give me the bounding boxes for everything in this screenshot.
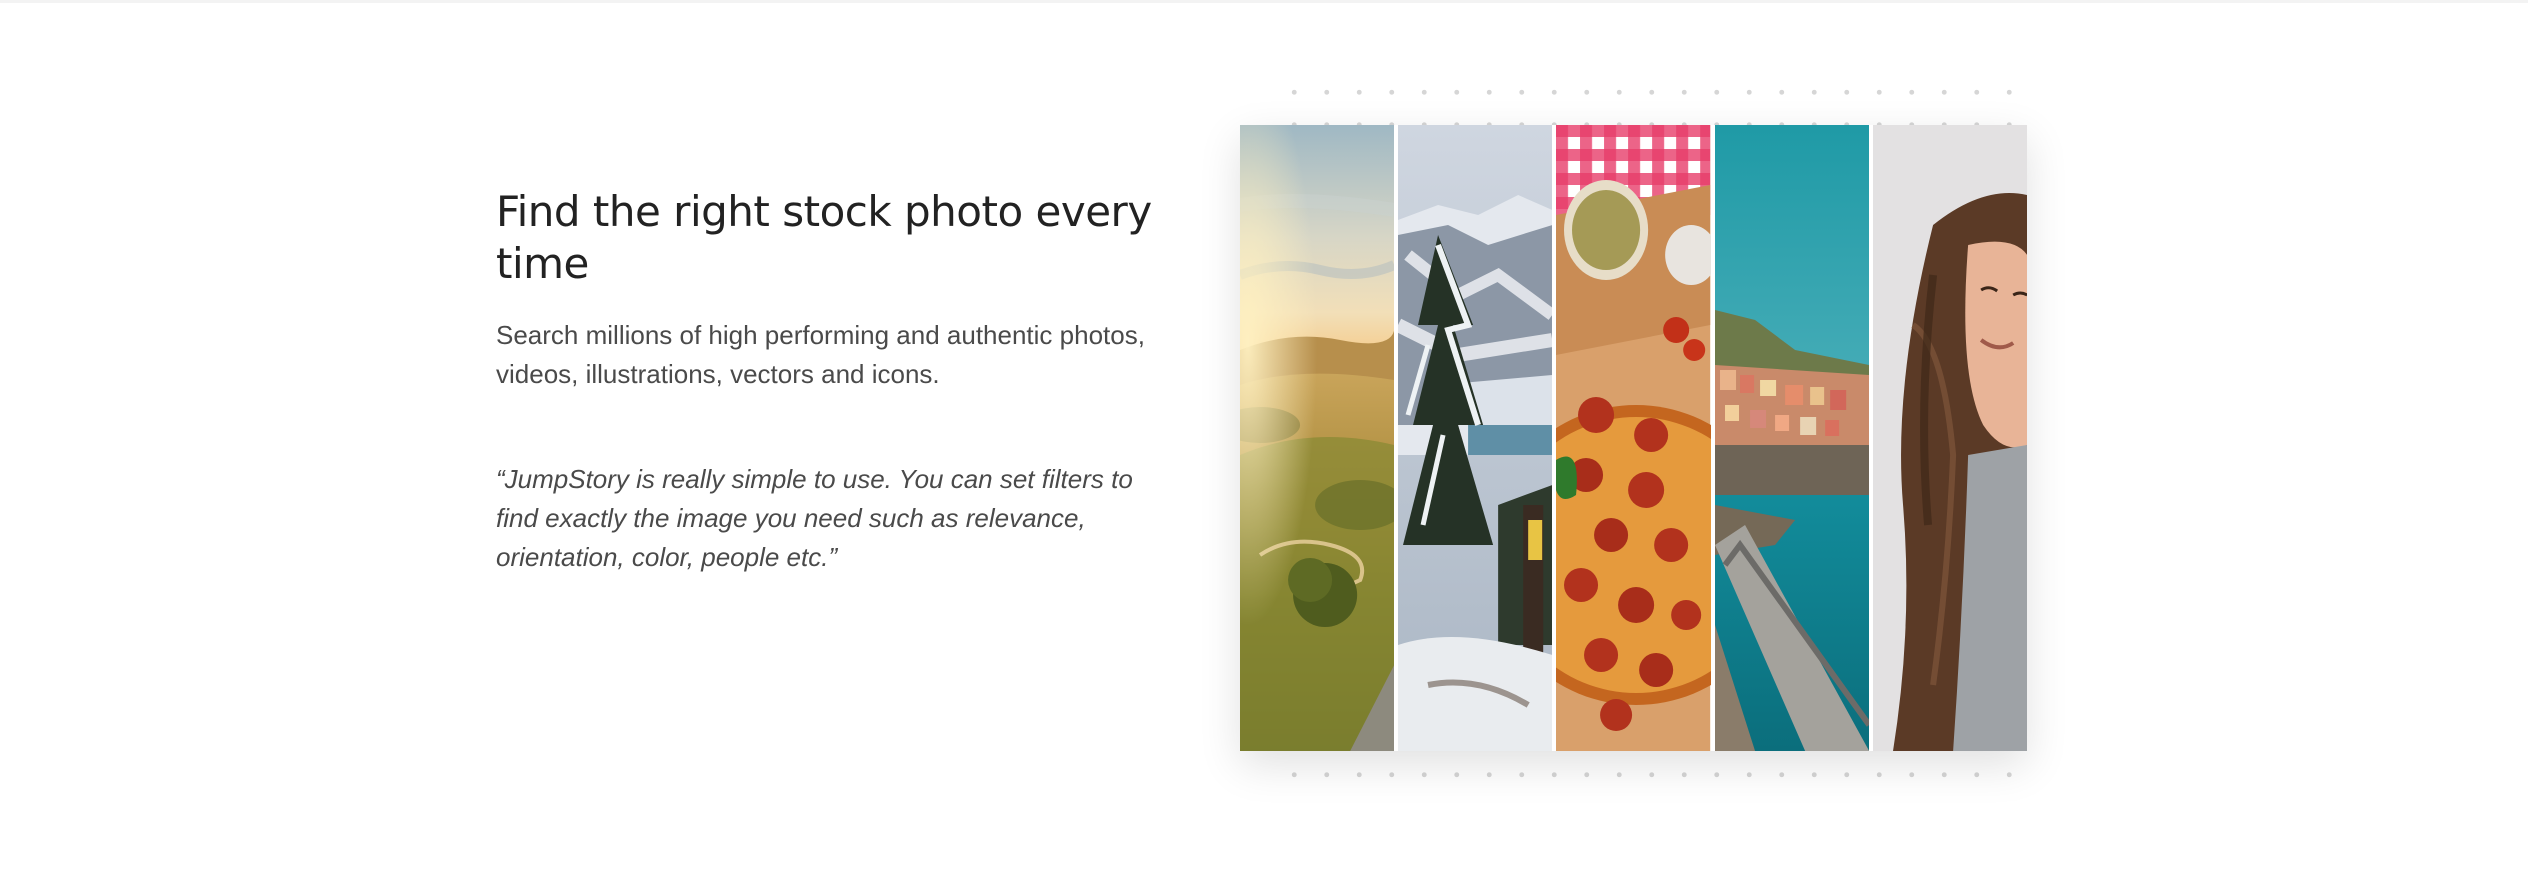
smiling-woman-photo (1872, 125, 2028, 751)
snowy-mountain-photo (1398, 125, 1553, 751)
landscape-sunset-photo (1240, 125, 1395, 751)
top-divider (0, 0, 2528, 3)
feature-description: Search millions of high performing and a… (496, 320, 1145, 389)
photo-collage (1240, 125, 2028, 751)
feature-section: Find the right stock photo every time Se… (0, 0, 2528, 893)
feature-headline: Find the right stock photo every time (496, 187, 1152, 288)
testimonial-quote: “JumpStory is really simple to use. You … (496, 464, 1133, 572)
feature-text-block: Find the right stock photo every time Se… (496, 186, 1176, 577)
coastal-village-photo (1714, 125, 1869, 751)
pepperoni-pizza-photo (1556, 125, 1711, 751)
photo-collage-area (1240, 72, 2070, 812)
